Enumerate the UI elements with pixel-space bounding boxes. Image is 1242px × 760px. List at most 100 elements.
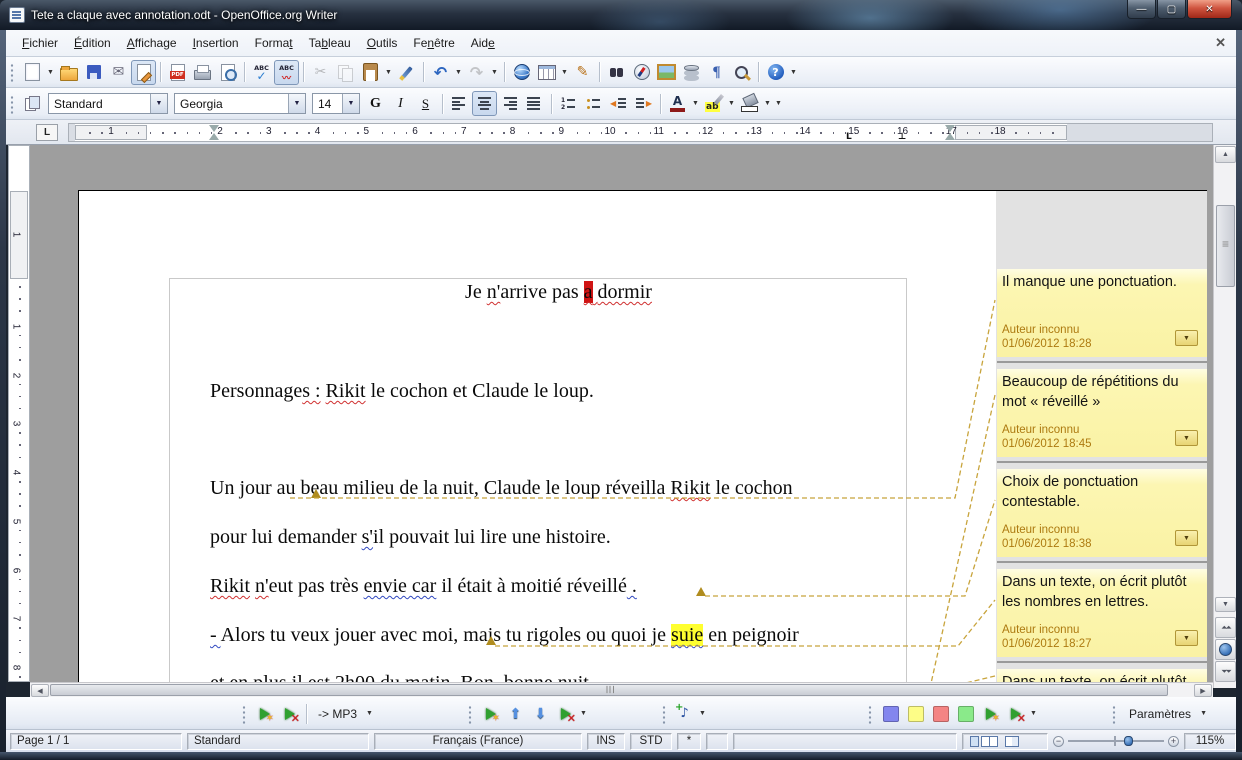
comment-menu-button[interactable]: ▼ — [1175, 430, 1198, 446]
previous-page-button[interactable]: ⏶⏶ — [1215, 617, 1236, 638]
save-button[interactable] — [81, 60, 106, 85]
navigation-button[interactable] — [1215, 639, 1236, 660]
group-overflow-icon[interactable]: ▼ — [697, 701, 708, 726]
edit-file-button[interactable] — [131, 60, 156, 85]
scroll-right-button[interactable]: ▶ — [1194, 684, 1212, 697]
chevron-down-icon[interactable]: ▼ — [690, 91, 701, 116]
increase-indent-button[interactable] — [631, 91, 656, 116]
color-red-button[interactable] — [928, 701, 953, 726]
zoom-slider[interactable]: − + — [1053, 736, 1179, 747]
toolbar-overflow-icon[interactable]: ▼ — [773, 91, 784, 116]
speak-stop-button[interactable] — [277, 701, 302, 726]
next-page-button[interactable]: ⏷⏷ — [1215, 661, 1236, 682]
title-bar[interactable]: Tete a claque avec annotation.odt - Open… — [0, 0, 1242, 30]
book-view-icon[interactable] — [1005, 736, 1019, 747]
menu-insertion[interactable]: Insertion — [185, 32, 247, 54]
undo-button[interactable]: ↶ — [428, 60, 453, 85]
group-overflow-icon[interactable]: ▼ — [1198, 701, 1209, 726]
add-audio-button[interactable] — [672, 701, 697, 726]
bullet-list-button[interactable] — [581, 91, 606, 116]
menu-affichage[interactable]: Affichage — [119, 32, 185, 54]
document-page[interactable]: Je n'arrive pas a dormirPersonnages : Ri… — [78, 190, 1207, 682]
chevron-down-icon[interactable]: ▼ — [762, 91, 773, 116]
page-indicator[interactable]: Page 1 / 1 — [10, 733, 182, 750]
chevron-down-icon[interactable]: ▼ — [288, 94, 305, 113]
font-name-combobox[interactable]: Georgia▼ — [174, 93, 306, 114]
language[interactable]: Français (France) — [374, 733, 582, 750]
comment-menu-button[interactable]: ▼ — [1175, 530, 1198, 546]
toolbar-grip[interactable] — [867, 704, 875, 724]
comment-note[interactable]: Dans un texte, on écrit plutôt — [997, 669, 1207, 682]
draw-functions-button[interactable]: ✎ — [570, 60, 595, 85]
align-left-button[interactable] — [447, 91, 472, 116]
page-style[interactable]: Standard — [187, 733, 369, 750]
view-layout-switcher[interactable] — [962, 733, 1048, 750]
horizontal-ruler[interactable]: 123456789101112131415161718L⊥ — [68, 123, 1213, 142]
data-sources-button[interactable] — [679, 60, 704, 85]
mark-play-button[interactable] — [978, 701, 1003, 726]
toolbar-grip[interactable] — [661, 704, 669, 724]
menu-fenetre[interactable]: Fenêtre — [405, 32, 462, 54]
auto-spellcheck-button[interactable] — [274, 60, 299, 85]
close-document-icon[interactable]: ✕ — [1215, 35, 1226, 51]
color-yellow-button[interactable] — [903, 701, 928, 726]
mark-stop-button[interactable] — [1003, 701, 1028, 726]
comment-note[interactable]: Choix de ponctuation contestable.Auteur … — [997, 469, 1207, 557]
close-button[interactable]: ✕ — [1187, 0, 1232, 19]
align-right-button[interactable] — [497, 91, 522, 116]
menu-edition[interactable]: Édition — [66, 32, 119, 54]
chevron-down-icon[interactable]: ▼ — [150, 94, 167, 113]
annotation-anchor[interactable] — [696, 587, 706, 596]
formatting-marks-button[interactable]: ¶ — [704, 60, 729, 85]
zoom-track[interactable] — [1068, 740, 1164, 742]
bold-button[interactable]: G — [363, 91, 388, 116]
modified-flag[interactable]: * — [677, 733, 701, 750]
vertical-ruler[interactable]: 112345678 — [8, 145, 30, 682]
comment-note[interactable]: Il manque une ponctuation.Auteur inconnu… — [997, 269, 1207, 357]
chevron-down-icon[interactable]: ▼ — [383, 60, 394, 85]
scroll-up-button[interactable]: ▲ — [1215, 146, 1236, 163]
chevron-down-icon[interactable]: ▼ — [453, 60, 464, 85]
speak-play-button[interactable] — [252, 701, 277, 726]
format-paintbrush-button[interactable] — [394, 60, 419, 85]
align-center-button[interactable] — [472, 91, 497, 116]
horizontal-scrollbar-thumb[interactable] — [50, 684, 1168, 696]
annotation-anchor[interactable] — [486, 636, 496, 645]
comment-note[interactable]: Dans un texte, on écrit plutôt les nombr… — [997, 569, 1207, 657]
page-preview-button[interactable] — [215, 60, 240, 85]
horizontal-scrollbar[interactable]: ◀ ▶ — [30, 682, 1213, 697]
toolbar-grip[interactable] — [9, 94, 17, 114]
gallery-button[interactable] — [654, 60, 679, 85]
help-button[interactable] — [763, 60, 788, 85]
insert-table-button[interactable] — [534, 60, 559, 85]
font-color-button[interactable] — [665, 91, 690, 116]
menu-outils[interactable]: Outils — [359, 32, 406, 54]
minimize-button[interactable]: — — [1127, 0, 1156, 19]
annotation-anchor[interactable] — [311, 489, 321, 498]
toolbar-grip[interactable] — [467, 704, 475, 724]
chevron-down-icon[interactable]: ▼ — [489, 60, 500, 85]
find-replace-button[interactable] — [604, 60, 629, 85]
toolbar-grip[interactable] — [1111, 704, 1119, 724]
scroll-left-button[interactable]: ◀ — [31, 684, 49, 697]
vertical-scrollbar-thumb[interactable] — [1216, 205, 1235, 287]
selection-mode[interactable]: STD — [630, 733, 672, 750]
chevron-down-icon[interactable]: ▼ — [726, 91, 737, 116]
menu-fichier[interactable]: Fichier — [14, 32, 66, 54]
vertical-scrollbar[interactable]: ▲ ▼ ⏶⏶ ⏷⏷ — [1213, 145, 1236, 688]
menu-tableau[interactable]: Tableau — [301, 32, 359, 54]
toolbar-grip[interactable] — [241, 704, 249, 724]
zoom-in-icon[interactable]: + — [1168, 736, 1179, 747]
scroll-down-button[interactable]: ▼ — [1215, 597, 1236, 612]
zoom-percentage[interactable]: 115% — [1184, 733, 1236, 750]
read-previous-button[interactable]: ⬆ — [503, 701, 528, 726]
chevron-down-icon[interactable]: ▼ — [559, 60, 570, 85]
tab-stop-left[interactable]: L — [846, 132, 852, 142]
export-mp3-button[interactable]: -> MP3 — [311, 704, 364, 724]
zoom-out-icon[interactable]: − — [1053, 736, 1064, 747]
decrease-indent-button[interactable] — [606, 91, 631, 116]
read-next-button[interactable]: ⬇ — [528, 701, 553, 726]
zoom-knob[interactable] — [1124, 736, 1133, 746]
navigator-button[interactable] — [629, 60, 654, 85]
group-overflow-icon[interactable]: ▼ — [578, 701, 589, 726]
